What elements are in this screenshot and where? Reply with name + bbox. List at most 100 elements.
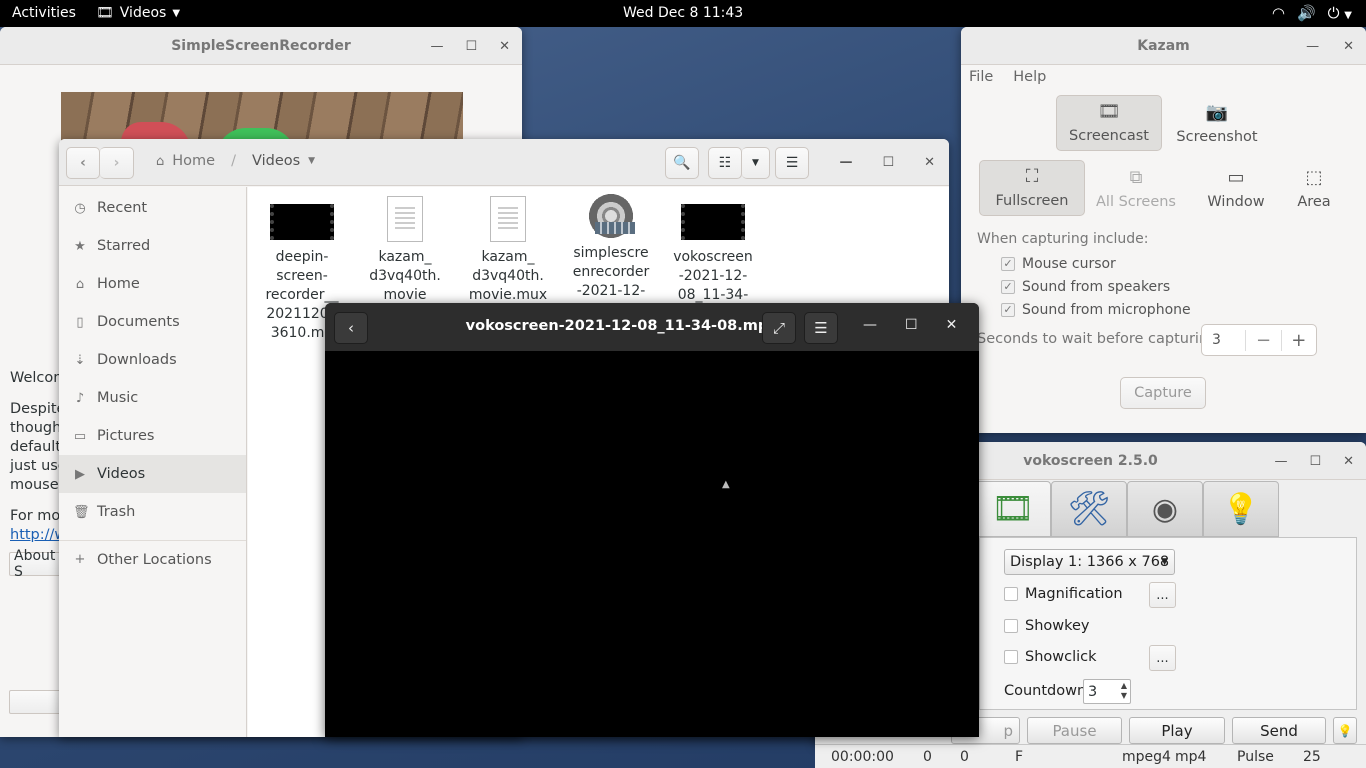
chevron-down-icon: ▼ [1161,557,1168,567]
webcam-icon: ◉ [1151,491,1179,527]
capture-button[interactable]: Capture [1120,377,1206,409]
window-controls: — ✕ [1306,27,1354,65]
search-button[interactable]: 🔍 [665,147,699,179]
plus-icon[interactable]: + [1280,329,1316,351]
sidebar-item-starred[interactable]: ★ Starred [59,227,246,265]
fullscreen-toggle[interactable]: ⛶ Fullscreen [979,160,1085,216]
system-menu[interactable]: ◠ 🔊 ⏻ ▼ [1272,4,1352,22]
tab-tools[interactable]: 🛠 [1051,481,1127,537]
countdown-spinbox[interactable]: 3 ▲ ▼ [1083,679,1131,704]
minimize-icon[interactable]: — [430,39,443,54]
view-options-button[interactable]: ▼ [742,147,770,179]
power-icon: ⏻ ▼ [1327,4,1352,22]
window-title: Kazam [1137,37,1190,54]
minus-icon[interactable]: − [1245,329,1280,351]
sidebar-item-downloads[interactable]: ⇣ Downloads [59,341,246,379]
volume-icon: 🔊 [1296,4,1316,22]
back-button[interactable]: ‹ [66,147,100,179]
ssr-text: default [10,439,62,455]
mouse-pointer-icon: ▲ [722,479,730,490]
display-select[interactable]: Display 1: 1366 x 768 ▼ [1004,549,1175,575]
showclick-more-button[interactable]: ... [1149,645,1176,671]
fullscreen-icon: ⛶ [1025,166,1039,187]
speakers-checkbox[interactable]: ✓ Sound from speakers [1001,279,1170,295]
tab-video-audio[interactable]: 🎞 [975,481,1051,537]
video-canvas[interactable] [325,351,979,737]
wait-spinner[interactable]: 3 − + [1201,324,1317,356]
play-button[interactable]: Play [1129,717,1225,744]
status-format: mp4 [1175,749,1207,765]
close-icon[interactable]: ✕ [1343,39,1354,54]
minimize-icon[interactable]: — [839,155,852,170]
tab-webcam[interactable]: ◉ [1127,481,1203,537]
trash-icon: 🗑 [73,504,90,520]
sidebar-item-label: Other Locations [97,551,212,568]
menu-button[interactable]: ☰ [775,147,809,179]
file-name-line: d3vq40th. [369,268,441,284]
menu-file[interactable]: File [969,69,993,85]
all-screens-toggle[interactable]: ⧉ All Screens [1083,160,1189,216]
ssr-link[interactable]: http://w [10,527,66,543]
close-icon[interactable]: ✕ [1343,454,1354,469]
maximize-icon[interactable]: ☐ [465,39,477,54]
sidebar-item-trash[interactable]: 🗑 Trash [59,493,246,531]
help-button[interactable]: 💡 [1333,717,1357,744]
area-toggle[interactable]: ⬚ Area [1262,160,1366,216]
sidebar-item-music[interactable]: ♪ Music [59,379,246,417]
menu-button[interactable]: ☰ [804,312,838,344]
checkbox-unchecked-icon [1004,619,1018,633]
checkbox-unchecked-icon [1004,587,1018,601]
sidebar-item-home[interactable]: ⌂ Home [59,265,246,303]
sidebar-item-pictures[interactable]: ▭ Pictures [59,417,246,455]
minimize-icon[interactable]: — [1274,454,1287,469]
minimize-icon[interactable]: — [1306,39,1319,54]
pause-button[interactable]: Pause [1027,717,1122,744]
spin-arrows-icon[interactable]: ▲ ▼ [1121,681,1127,701]
app-menu[interactable]: 🎞 Videos ▼ [96,5,180,21]
maximize-icon[interactable]: ☐ [882,155,894,170]
sidebar-item-videos[interactable]: ▶ Videos [59,455,246,493]
file-item[interactable]: kazam_ d3vq40th. movie [355,196,455,305]
sidebar-item-label: Downloads [97,352,177,368]
screenshot-toggle[interactable]: 📷 Screenshot [1164,95,1270,151]
window-controls: — ☐ ✕ [1274,442,1354,480]
sidebar-item-recent[interactable]: ◷ Recent [59,189,246,227]
showkey-checkbox[interactable]: Showkey [1004,618,1090,634]
wait-value[interactable]: 3 [1202,332,1245,348]
close-icon[interactable]: ✕ [499,39,510,54]
wait-label: Seconds to wait before capturing: [977,331,1223,347]
file-name-line: enrecorder [572,264,650,280]
showclick-checkbox[interactable]: Showclick [1004,649,1097,665]
file-item[interactable]: vokoscreen -2021-12- 08_11-34- [663,204,763,305]
fullscreen-button[interactable]: ⤢ [762,312,796,344]
screencast-toggle[interactable]: 🎞 Screencast [1056,95,1162,151]
ssr-text: For mor [10,508,67,524]
breadcrumb-videos[interactable]: Videos [252,153,300,169]
file-item[interactable]: simplescre enrecorder -2021-12- [561,192,661,301]
document-icon [490,196,526,242]
camera-icon: 📷 [1205,102,1229,123]
minimize-icon[interactable]: — [863,317,877,333]
maximize-icon[interactable]: ☐ [1309,454,1321,469]
activities-button[interactable]: Activities [12,5,76,21]
expand-icon: ⤢ [772,319,785,337]
clock[interactable]: Wed Dec 8 11:43 [623,5,743,21]
breadcrumb-home[interactable]: Home [172,153,215,169]
microphone-checkbox[interactable]: ✓ Sound from microphone [1001,302,1191,318]
checkbox-label: Showkey [1025,618,1090,634]
maximize-icon[interactable]: ☐ [905,317,918,333]
file-item[interactable]: kazam_ d3vq40th. movie.mux [458,196,558,305]
tab-info[interactable]: 💡 [1203,481,1279,537]
sidebar-item-other-locations[interactable]: + Other Locations [59,540,246,578]
forward-button[interactable]: › [100,147,134,179]
magnification-more-button[interactable]: ... [1149,582,1176,608]
mouse-cursor-checkbox[interactable]: ✓ Mouse cursor [1001,256,1116,272]
close-icon[interactable]: ✕ [924,155,935,170]
magnification-checkbox[interactable]: Magnification [1004,586,1123,602]
plus-icon: + [74,552,86,567]
close-icon[interactable]: ✕ [946,317,958,333]
view-list-button[interactable]: ☷ [708,147,742,179]
send-button[interactable]: Send [1232,717,1326,744]
sidebar-item-documents[interactable]: ▯ Documents [59,303,246,341]
menu-help[interactable]: Help [1013,69,1046,85]
